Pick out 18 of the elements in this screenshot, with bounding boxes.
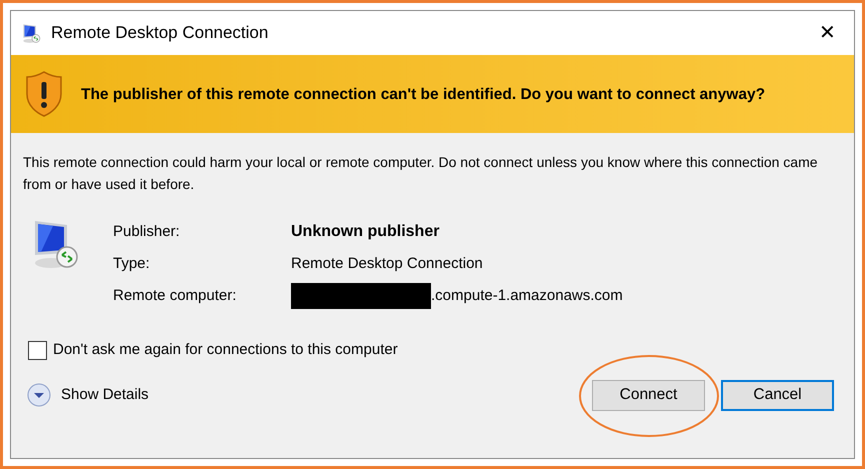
- detail-label: Remote computer:: [113, 286, 238, 306]
- dialog-button[interactable]: Connect: [592, 380, 705, 410]
- expand-chevron-icon[interactable]: [26, 382, 52, 408]
- checkbox-label: Don't ask me again for connections to this computer: [53, 340, 398, 360]
- detail-value: Remote Desktop Connection: [291, 254, 483, 274]
- detail-value: .compute-1.amazonaws.com: [431, 286, 623, 306]
- checkbox[interactable]: [28, 340, 47, 360]
- remote-desktop-icon: [21, 22, 43, 44]
- dialog-button[interactable]: Cancel: [721, 380, 834, 410]
- show-details-link[interactable]: Show Details: [61, 384, 149, 406]
- warning-message: The publisher of this remote connection can't be identified. Do you want to connect anyway?: [81, 84, 766, 104]
- close-button[interactable]: ✕: [811, 18, 844, 48]
- detail-label: Type:: [113, 254, 151, 274]
- warning-shield-icon: [25, 70, 63, 118]
- detail-value: Unknown publisher: [291, 222, 440, 242]
- description-text: This remote connection could harm your local or remote computer. Do not connect unless you know where this connection came from or have used it before.: [22, 153, 819, 194]
- window-title: Remote Desktop Connection: [51, 22, 268, 44]
- detail-label: Publisher:: [113, 222, 181, 242]
